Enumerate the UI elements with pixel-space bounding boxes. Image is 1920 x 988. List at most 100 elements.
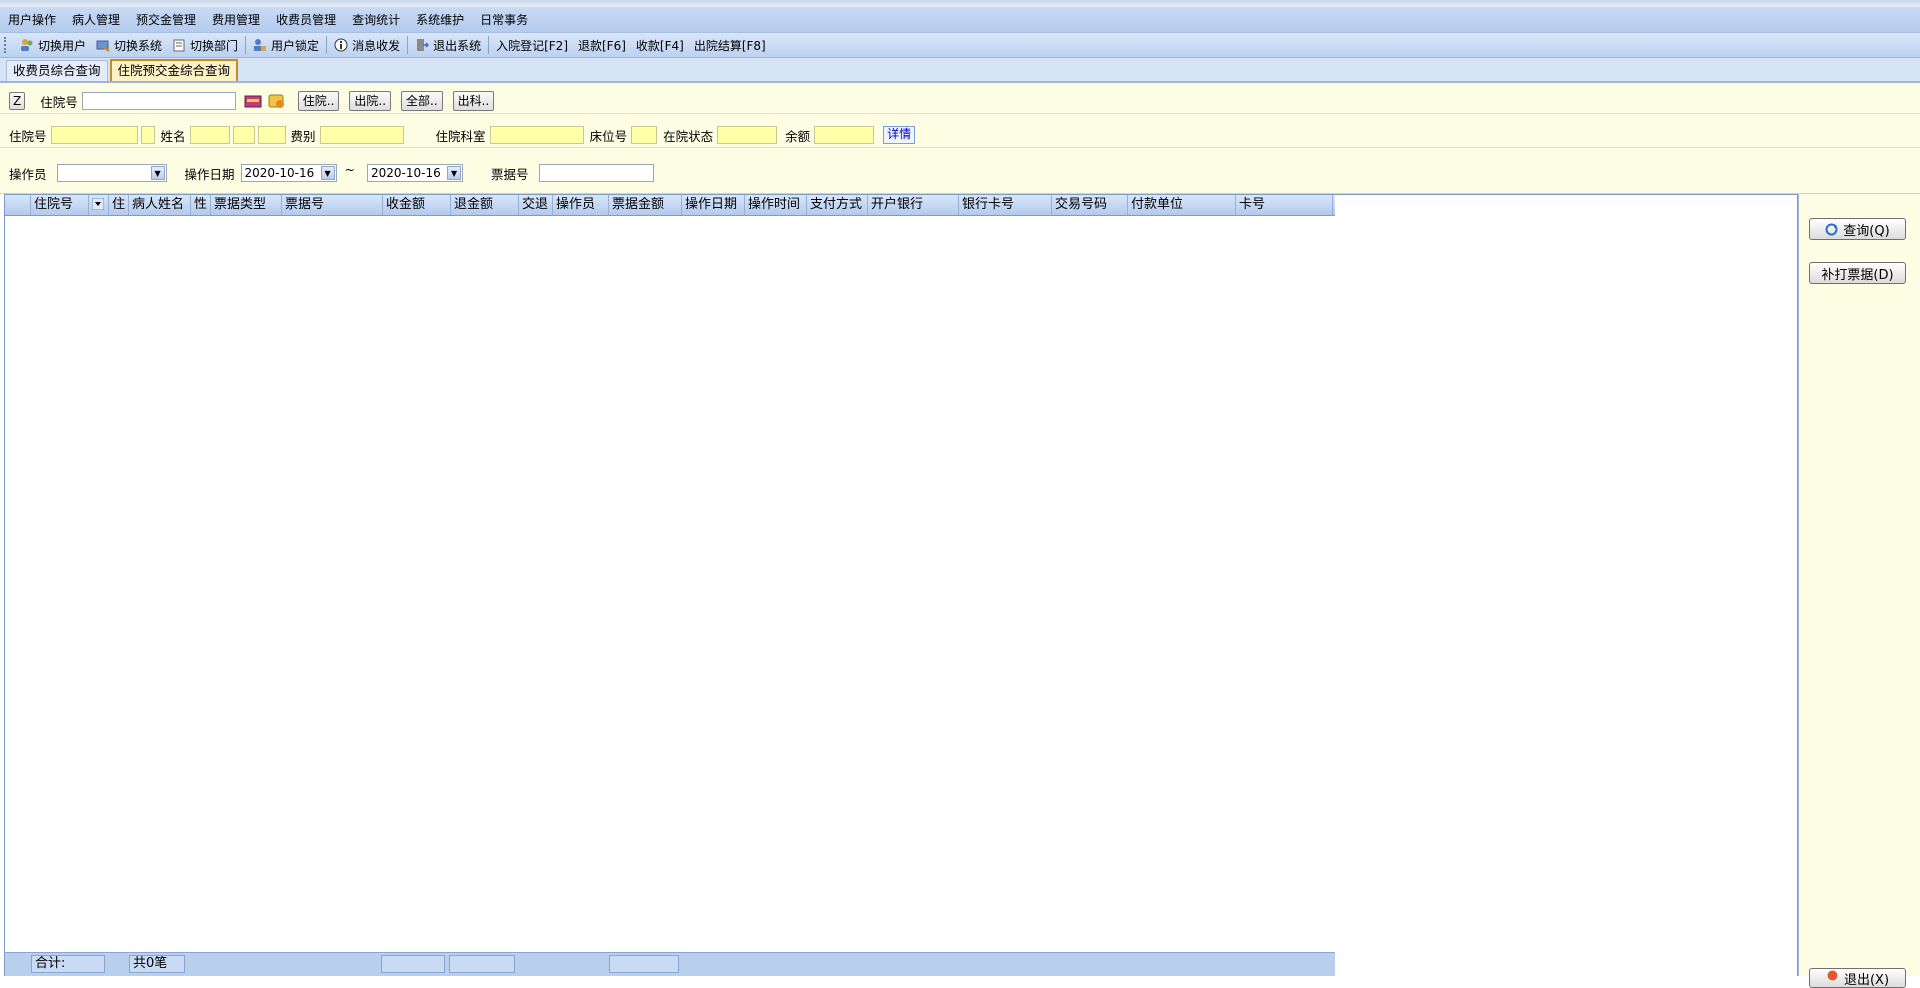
- col-payer-unit[interactable]: 付款单位: [1128, 195, 1236, 215]
- switch-user-label: 切换用户: [38, 38, 87, 53]
- all-button[interactable]: 全部..: [401, 91, 443, 111]
- refund-button[interactable]: 退款[F6]: [573, 37, 631, 54]
- filter-row-2: 住院号 姓名 费别 住院科室 床位号 在院状态 余额 详情: [0, 123, 1920, 148]
- col-amount-refund[interactable]: 退金额: [451, 195, 519, 215]
- col-card[interactable]: 卡号: [1236, 195, 1333, 215]
- dropdown-arrow-icon[interactable]: ▼: [447, 166, 462, 180]
- menu-cashier[interactable]: 收费员管理: [268, 11, 344, 28]
- col-amount-in[interactable]: 收金额: [383, 195, 451, 215]
- z-button[interactable]: Z: [9, 92, 26, 110]
- message-button[interactable]: 消息收发: [329, 37, 405, 54]
- window-titlebar: [0, 0, 1920, 7]
- row2-inpatient-sub-field[interactable]: [140, 126, 155, 144]
- receipt-no-label: 票据号: [491, 166, 529, 182]
- age-field[interactable]: [257, 126, 286, 144]
- date-from-picker[interactable]: 2020-10-16 ▼: [240, 164, 337, 182]
- toolbar-grip[interactable]: [4, 37, 9, 53]
- row2-inpatient-no-label: 住院号: [9, 128, 47, 144]
- col-op-date[interactable]: 操作日期: [682, 195, 745, 215]
- date-from-value: 2020-10-16: [244, 166, 315, 180]
- dept-label: 住院科室: [435, 128, 486, 144]
- switch-system-label: 切换系统: [114, 38, 163, 53]
- reprint-receipt-button[interactable]: 补打票据(D): [1809, 262, 1906, 284]
- tab-strip: 收费员综合查询 住院预交金综合查询: [0, 58, 1920, 83]
- exit-label: 退出(X): [1843, 973, 1890, 988]
- date-to-picker[interactable]: 2020-10-16 ▼: [367, 164, 464, 182]
- dropdown-arrow-icon: [91, 197, 105, 211]
- menu-daily[interactable]: 日常事务: [472, 11, 536, 28]
- status-field[interactable]: [717, 126, 778, 144]
- user-lock-button[interactable]: 用户锁定: [248, 37, 324, 54]
- col-sex[interactable]: 性: [191, 195, 211, 215]
- switch-user-button[interactable]: 切换用户: [15, 37, 91, 54]
- sex-field[interactable]: [232, 126, 255, 144]
- menu-query-stats[interactable]: 查询统计: [344, 11, 408, 28]
- col-card-no[interactable]: 银行卡号: [959, 195, 1052, 215]
- toolbar-separator: [245, 36, 247, 54]
- menu-prepay[interactable]: 预交金管理: [128, 11, 204, 28]
- col-receipt-no[interactable]: 票据号: [282, 195, 383, 215]
- receipt-no-input[interactable]: [538, 164, 654, 182]
- grid-footer: 合计: 共0笔: [5, 952, 1335, 976]
- date-to-value: 2020-10-16: [371, 166, 441, 180]
- exit-button[interactable]: 退出(X): [1809, 968, 1906, 988]
- operator-select[interactable]: ▼: [56, 164, 167, 182]
- footer-amount-in: [381, 955, 445, 973]
- menu-user-ops[interactable]: 用户操作: [0, 11, 64, 28]
- tab-prepay-query[interactable]: 住院预交金综合查询: [109, 59, 239, 81]
- col-receipt-amount[interactable]: 票据金额: [609, 195, 682, 215]
- inpatient-no-input[interactable]: [81, 92, 236, 110]
- discharge-button[interactable]: 出院结算[F8]: [689, 37, 771, 54]
- menu-fees[interactable]: 费用管理: [204, 11, 268, 28]
- results-grid[interactable]: 住院号 住 病人姓名 性 票据类型 票据号 收金额 退金额 交退 操作员 票据金…: [4, 194, 1798, 976]
- id-card-icon[interactable]: [268, 93, 286, 109]
- date-range-tilde: ~: [344, 161, 356, 177]
- exit-system-label: 退出系统: [433, 38, 482, 53]
- refresh-icon: [1825, 223, 1838, 236]
- dropdown-arrow-icon[interactable]: ▼: [150, 166, 165, 180]
- out-section-button[interactable]: 出科..: [452, 91, 495, 111]
- col-in[interactable]: 住: [109, 195, 129, 215]
- inpatient-no-label: 住院号: [40, 94, 78, 110]
- dept-field[interactable]: [489, 126, 584, 144]
- card-reader-icon[interactable]: [244, 93, 262, 109]
- switch-dept-button[interactable]: 切换部门: [167, 37, 243, 54]
- dropdown-arrow-icon[interactable]: ▼: [320, 166, 335, 180]
- balance-field[interactable]: [814, 126, 875, 144]
- switch-system-button[interactable]: 切换系统: [91, 37, 167, 54]
- in-hospital-button[interactable]: 住院..: [297, 91, 340, 111]
- col-inpatient-no[interactable]: 住院号: [31, 195, 89, 215]
- col-receipt-type[interactable]: 票据类型: [211, 195, 282, 215]
- row2-inpatient-no-field[interactable]: [50, 126, 138, 144]
- query-button[interactable]: 查询(Q): [1809, 218, 1906, 240]
- footer-indicator: [5, 953, 31, 976]
- info-icon: [334, 38, 348, 52]
- fee-type-label: 费别: [290, 128, 316, 144]
- collect-button[interactable]: 收款[F4]: [631, 37, 689, 54]
- footer-spacer: [105, 953, 129, 976]
- name-field[interactable]: [189, 126, 230, 144]
- menu-system[interactable]: 系统维护: [408, 11, 472, 28]
- query-label: 查询(Q): [1843, 223, 1890, 239]
- menu-patient[interactable]: 病人管理: [64, 11, 128, 28]
- col-bank[interactable]: 开户银行: [868, 195, 959, 215]
- detail-link[interactable]: 详情: [883, 126, 916, 144]
- col-pay-method[interactable]: 支付方式: [807, 195, 868, 215]
- col-patient-name[interactable]: 病人姓名: [129, 195, 191, 215]
- col-txn-no[interactable]: 交易号码: [1052, 195, 1128, 215]
- tab-cashier-query[interactable]: 收费员综合查询: [6, 60, 108, 81]
- discharged-button[interactable]: 出院..: [349, 91, 392, 111]
- col-operator[interactable]: 操作员: [553, 195, 609, 215]
- toolbar: 切换用户 切换系统 切换部门 用户锁定 消息收发 退出系统 入院登记[F2] 退…: [0, 33, 1920, 58]
- col-op-time[interactable]: 操作时间: [745, 195, 807, 215]
- admit-button[interactable]: 入院登记[F2]: [491, 37, 573, 54]
- message-label: 消息收发: [352, 38, 401, 53]
- col-in-out[interactable]: 交退: [519, 195, 553, 215]
- bed-field[interactable]: [631, 126, 658, 144]
- fee-type-field[interactable]: [319, 126, 404, 144]
- col-filter-dropdown[interactable]: [89, 195, 109, 215]
- users-icon: [20, 38, 34, 52]
- toolbar-separator: [488, 36, 490, 54]
- switch-system-icon: [96, 38, 110, 52]
- exit-system-button[interactable]: 退出系统: [410, 37, 486, 54]
